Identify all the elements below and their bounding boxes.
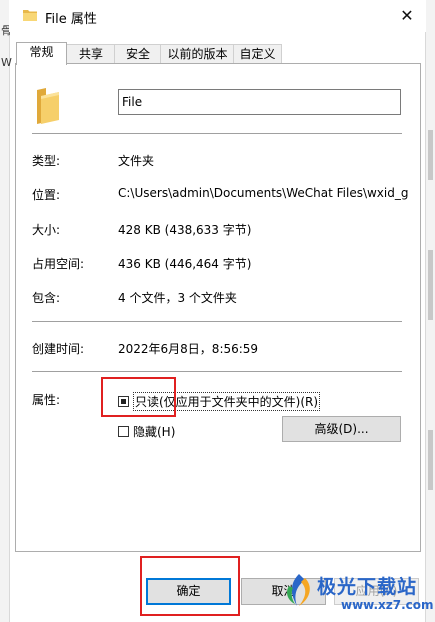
hidden-checkbox-row[interactable]: 隐藏(H) (118, 423, 175, 440)
folder-icon (37, 88, 59, 124)
ok-button[interactable]: 确定 (146, 578, 231, 605)
created-label: 创建时间: (32, 342, 85, 356)
type-label: 类型: (32, 154, 61, 168)
tab-customize[interactable]: 自定义 (233, 44, 282, 64)
highlight-box-readonly (101, 377, 176, 417)
background-scrollbar (428, 130, 433, 180)
divider (32, 133, 402, 134)
title-bar[interactable]: File 属性 ✕ (9, 0, 426, 32)
folder-name-input[interactable] (118, 89, 401, 115)
general-panel: 类型: 文件夹 位置: C:\Users\admin\Documents\WeC… (15, 63, 421, 552)
tab-security[interactable]: 安全 (114, 44, 162, 64)
tab-general[interactable]: 常规 (16, 42, 67, 65)
watermark: 极光下载站 www.xz7.com (283, 568, 434, 622)
background-scrollbar (428, 250, 433, 320)
hidden-checkbox[interactable] (118, 426, 129, 437)
contains-label: 包含: (32, 291, 61, 305)
folder-icon (23, 10, 37, 21)
aurora-logo-icon (287, 574, 310, 606)
size-on-disk-label: 占用空间: (32, 257, 85, 271)
tab-sharing[interactable]: 共享 (66, 44, 116, 64)
location-value: C:\Users\admin\Documents\WeChat Files\wx… (118, 186, 409, 200)
close-icon: ✕ (400, 6, 414, 25)
divider (32, 321, 402, 322)
location-label: 位置: (32, 188, 61, 202)
watermark-brand: 极光下载站 (317, 576, 418, 598)
attributes-label: 属性: (32, 393, 61, 407)
contains-value: 4 个文件，3 个文件夹 (118, 291, 237, 305)
tab-previous-versions[interactable]: 以前的版本 (160, 44, 235, 64)
window-title: File 属性 (45, 12, 97, 27)
size-label: 大小: (32, 223, 61, 237)
background-window-right (425, 0, 435, 622)
advanced-button[interactable]: 高级(D)... (282, 416, 401, 442)
size-on-disk-value: 436 KB (446,464 字节) (118, 257, 252, 271)
type-value: 文件夹 (118, 154, 155, 168)
background-scrollbar (428, 430, 433, 490)
divider (32, 371, 402, 372)
background-text-fragment: W (1, 56, 12, 69)
close-button[interactable]: ✕ (394, 3, 420, 29)
watermark-url: www.xz7.com (341, 598, 434, 612)
size-value: 428 KB (438,633 字节) (118, 223, 252, 237)
created-value: 2022年6月8日，8:56:59 (118, 342, 259, 356)
hidden-label[interactable]: 隐藏(H) (133, 423, 175, 440)
background-window-left: 骨 W (0, 0, 12, 622)
